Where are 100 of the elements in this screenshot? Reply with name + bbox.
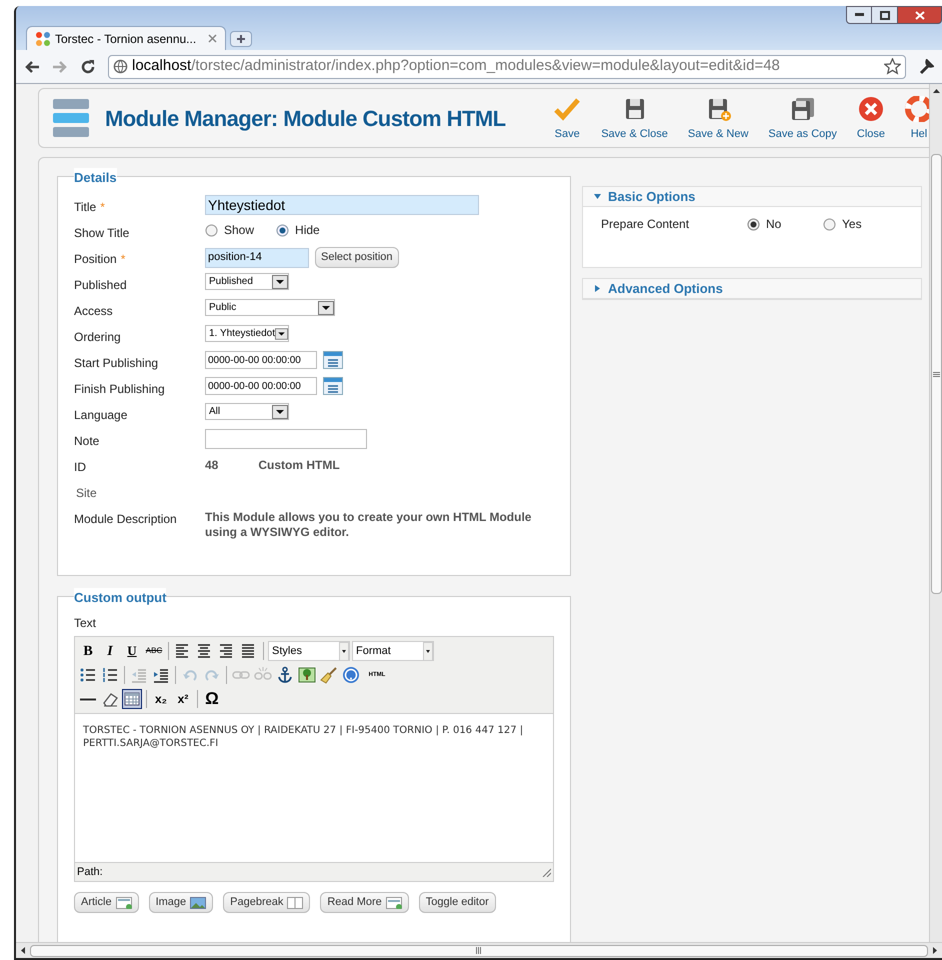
grip-icon	[932, 372, 940, 376]
caret-icon	[593, 284, 602, 293]
text-field[interactable]: position-14	[205, 248, 309, 268]
calendar-icon[interactable]	[323, 377, 343, 395]
favicon-icon	[35, 30, 51, 46]
dropdown[interactable]: 1. Yhteystiedot	[205, 325, 289, 342]
editor-button[interactable]: I	[100, 641, 120, 661]
date-field[interactable]: 0000-00-00 00:00:00	[205, 377, 317, 395]
field-label: Title	[74, 199, 96, 216]
text-field[interactable]: Yhteystiedot	[205, 195, 479, 215]
close-tab-icon[interactable]	[208, 34, 217, 43]
radio-button[interactable]	[205, 224, 218, 236]
text-field[interactable]	[205, 429, 367, 449]
calendar-icon[interactable]	[323, 351, 343, 369]
globe-icon	[113, 59, 128, 74]
pane-toggle[interactable]: Basic Options	[583, 187, 921, 207]
toolbar-button[interactable]: Save & New	[684, 96, 752, 142]
star-icon[interactable]	[884, 58, 901, 75]
vertical-scrollbar[interactable]	[929, 84, 942, 942]
editor-dropdown[interactable]: Format	[352, 641, 434, 661]
editor-button[interactable]: U	[122, 641, 142, 661]
toolbar-button[interactable]: Save as Copy	[764, 96, 841, 142]
plus-icon	[236, 34, 246, 44]
anchor-icon	[276, 666, 294, 684]
radio-button[interactable]	[823, 218, 836, 230]
editor-button[interactable]	[297, 665, 317, 685]
browser-tab[interactable]: Torstec - Tornion asennu...	[26, 26, 226, 50]
url-text: localhost/torstec/administrator/index.php?option=com_modules&view=module&layout=edit&id=48	[132, 56, 780, 76]
editor-extra-button[interactable]: Pagebreak	[223, 892, 310, 913]
field-label: Prepare Content	[601, 216, 690, 233]
radio-label: Show	[224, 222, 254, 239]
reload-icon[interactable]	[80, 58, 96, 74]
required-asterisk: *	[120, 251, 126, 268]
broom-icon	[320, 666, 338, 684]
editor-button[interactable]: x₂	[151, 689, 171, 709]
editor-button[interactable]: ABC	[144, 641, 164, 661]
close-icon	[914, 10, 924, 20]
radio-label: Yes	[842, 216, 862, 233]
dropdown[interactable]: Public	[205, 299, 335, 316]
numbered-list-icon	[101, 666, 119, 684]
select-position-button[interactable]: Select position	[315, 247, 399, 268]
wrench-icon[interactable]	[918, 58, 934, 74]
editor-button[interactable]: Ω	[202, 689, 222, 709]
scroll-thumb[interactable]	[930, 154, 942, 594]
toolbar-button[interactable]: Hel	[901, 96, 929, 142]
toolbar-button[interactable]: Close	[852, 96, 889, 142]
minimize-button[interactable]	[846, 6, 872, 24]
editor-path: Path:	[77, 864, 103, 880]
caret-icon	[423, 642, 433, 660]
editor-content[interactable]: TORSTEC - TORNION ASENNUS OY | RAIDEKATU 27 | FI-95400 TORNIO | P. 016 447 127 | PERTTI.SARJA@TORSTEC.FI	[75, 713, 553, 863]
field-label: Ordering	[74, 329, 122, 346]
modules-icon	[51, 97, 91, 139]
page-break-icon	[287, 896, 304, 908]
editor-extra-button[interactable]: Toggle editor	[418, 892, 496, 913]
maximize-icon	[880, 10, 890, 20]
dropdown[interactable]: Published	[205, 273, 289, 290]
pane-toggle[interactable]: Advanced Options	[583, 279, 921, 299]
caret-icon	[593, 192, 602, 201]
close-icon	[856, 96, 885, 122]
caret-icon	[318, 300, 334, 314]
radio-button[interactable]	[276, 224, 290, 236]
field-label: Language	[74, 407, 128, 424]
resize-grip-icon[interactable]	[541, 867, 551, 877]
field-value: Custom HTML	[258, 458, 340, 473]
scroll-thumb[interactable]	[30, 944, 928, 956]
radio-button[interactable]	[747, 218, 760, 230]
field-label: Module Description	[74, 511, 178, 528]
close-window-button[interactable]	[898, 6, 942, 24]
editor-button[interactable]: x²	[173, 689, 193, 709]
date-field[interactable]: 0000-00-00 00:00:00	[205, 351, 317, 369]
back-icon[interactable]	[24, 60, 40, 74]
scroll-right-icon[interactable]	[931, 946, 939, 955]
radio-label: Hide	[295, 222, 320, 239]
scroll-left-icon[interactable]	[19, 946, 27, 955]
maximize-button[interactable]	[872, 6, 898, 24]
editor-dropdown[interactable]: Styles	[268, 641, 350, 661]
minimize-icon	[854, 13, 864, 17]
field-label: Show Title	[74, 225, 130, 242]
field-value: This Module allows you to create your own HTML Module using a WYSIWYG editor.	[205, 510, 532, 540]
table-icon	[123, 690, 141, 708]
horizontal-scrollbar[interactable]	[16, 942, 942, 958]
editor-extra-button[interactable]: Article	[74, 892, 139, 913]
editor-button[interactable]: B	[78, 641, 98, 661]
dropdown[interactable]: All	[205, 403, 289, 420]
tab-title: Torstec - Tornion asennu...	[55, 30, 198, 48]
editor-button[interactable]	[122, 689, 142, 709]
field-label: Note	[74, 433, 100, 450]
new-tab-button[interactable]	[230, 31, 252, 47]
editor-extra-button[interactable]: Read More	[320, 892, 409, 913]
editor-button[interactable]	[275, 665, 295, 685]
address-bar[interactable]: localhost/torstec/administrator/index.php?option=com_modules&view=module&layout=edit&id=48	[108, 54, 906, 78]
document-plus-icon	[116, 896, 132, 908]
eraser-icon	[101, 690, 119, 708]
caret-icon	[274, 326, 288, 340]
bulleted-list-icon	[79, 666, 97, 684]
toolbar-button[interactable]: Save & Close	[597, 96, 672, 142]
toolbar-button[interactable]: Save	[549, 96, 586, 142]
field-label: ID	[74, 459, 87, 476]
field-label: Text	[74, 615, 98, 632]
editor-extra-button[interactable]: Image	[148, 892, 214, 913]
